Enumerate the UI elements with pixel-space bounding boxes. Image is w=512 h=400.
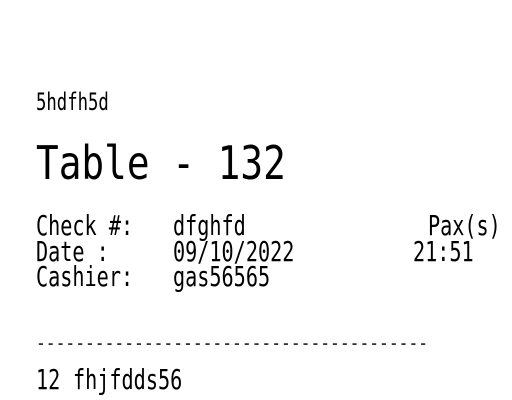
item-name: fhjfdds56 bbox=[73, 363, 183, 396]
cashier-value: gas56565 bbox=[173, 260, 271, 293]
separator-line: ---------------------------------------- bbox=[36, 331, 429, 356]
header-code: 5hdfh5d bbox=[36, 88, 109, 116]
table-title: Table - 132 bbox=[36, 136, 286, 190]
cashier-label: Cashier: bbox=[36, 260, 134, 293]
item-quantity: 12 bbox=[36, 363, 61, 396]
time-value: 21:51 bbox=[413, 235, 474, 268]
receipt-document: 5hdfh5d Table - 132 Check #: dfghfd Pax(… bbox=[0, 0, 512, 400]
